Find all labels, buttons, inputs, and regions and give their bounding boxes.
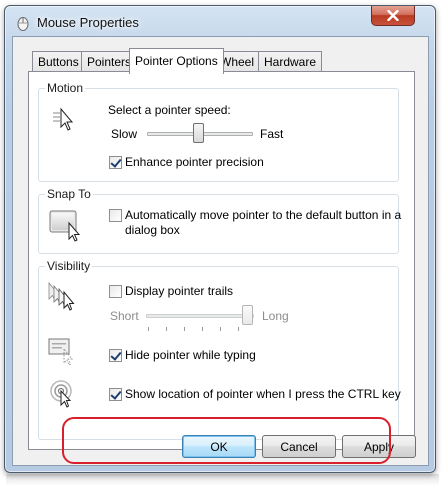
mouse-properties-window: Mouse Properties Buttons Pointers Pointe… bbox=[4, 5, 436, 473]
snap-to-label-line1[interactable]: Automatically move pointer to the defaul… bbox=[125, 208, 401, 222]
visibility-group-title: Visibility bbox=[45, 259, 93, 273]
enhance-precision-label[interactable]: Enhance pointer precision bbox=[125, 155, 264, 169]
title-bar[interactable]: Mouse Properties bbox=[5, 6, 435, 38]
enhance-precision-checkbox[interactable] bbox=[109, 156, 122, 169]
pointer-options-page: Motion Select a pointer speed: Slow Fast… bbox=[28, 71, 415, 464]
pointer-speed-icon bbox=[53, 107, 74, 131]
window-title: Mouse Properties bbox=[37, 15, 139, 30]
trails-slider-ticks bbox=[146, 327, 254, 331]
show-location-icon bbox=[50, 380, 72, 408]
hide-pointer-icon bbox=[48, 338, 74, 366]
snap-to-icon bbox=[49, 210, 81, 242]
pointer-trails-label[interactable]: Display pointer trails bbox=[125, 284, 233, 298]
show-location-label[interactable]: Show location of pointer when I press th… bbox=[125, 387, 401, 401]
snap-to-group-title: Snap To bbox=[45, 187, 93, 201]
pointer-trails-checkbox[interactable] bbox=[109, 285, 122, 298]
tab-buttons[interactable]: Buttons bbox=[32, 51, 85, 72]
window-shadow bbox=[6, 474, 439, 486]
visibility-group: Visibility Display pointer trails Short … bbox=[38, 259, 401, 440]
dialog-body: Buttons Pointers Pointer Options Wheel H… bbox=[12, 36, 429, 466]
fast-label: Fast bbox=[260, 127, 284, 141]
snap-to-label-line2[interactable]: dialog box bbox=[125, 223, 180, 237]
tab-label: Pointer Options bbox=[135, 54, 218, 68]
tab-pointer-options[interactable]: Pointer Options bbox=[129, 48, 224, 74]
mouse-icon bbox=[17, 17, 29, 31]
pointer-trails-icon bbox=[48, 281, 75, 311]
pointer-speed-label: Select a pointer speed: bbox=[108, 103, 231, 117]
tab-label: Hardware bbox=[264, 55, 317, 69]
snap-to-group: Snap To Automatically move pointer to th… bbox=[38, 187, 401, 254]
trails-slider-track[interactable] bbox=[146, 314, 254, 318]
snap-to-checkbox[interactable] bbox=[109, 209, 122, 222]
hide-pointer-label[interactable]: Hide pointer while typing bbox=[125, 348, 256, 362]
tab-strip: Buttons Pointers Pointer Options Wheel H… bbox=[13, 37, 428, 74]
red-highlight-annotation bbox=[62, 417, 391, 464]
tab-label: Pointers bbox=[87, 55, 132, 69]
tab-label: Wheel bbox=[220, 55, 255, 69]
trails-slider-thumb[interactable] bbox=[242, 305, 253, 325]
long-label: Long bbox=[262, 309, 289, 323]
tab-label: Buttons bbox=[38, 55, 79, 69]
hide-pointer-checkbox[interactable] bbox=[109, 349, 122, 362]
close-icon bbox=[387, 10, 399, 21]
show-location-checkbox[interactable] bbox=[109, 388, 122, 401]
short-label: Short bbox=[110, 309, 139, 323]
tab-hardware[interactable]: Hardware bbox=[258, 51, 323, 72]
speed-slider-thumb[interactable] bbox=[193, 123, 204, 143]
close-button[interactable] bbox=[371, 6, 415, 26]
motion-group: Motion Select a pointer speed: Slow Fast… bbox=[38, 81, 399, 182]
slow-label: Slow bbox=[111, 127, 138, 141]
motion-group-title: Motion bbox=[45, 81, 86, 95]
